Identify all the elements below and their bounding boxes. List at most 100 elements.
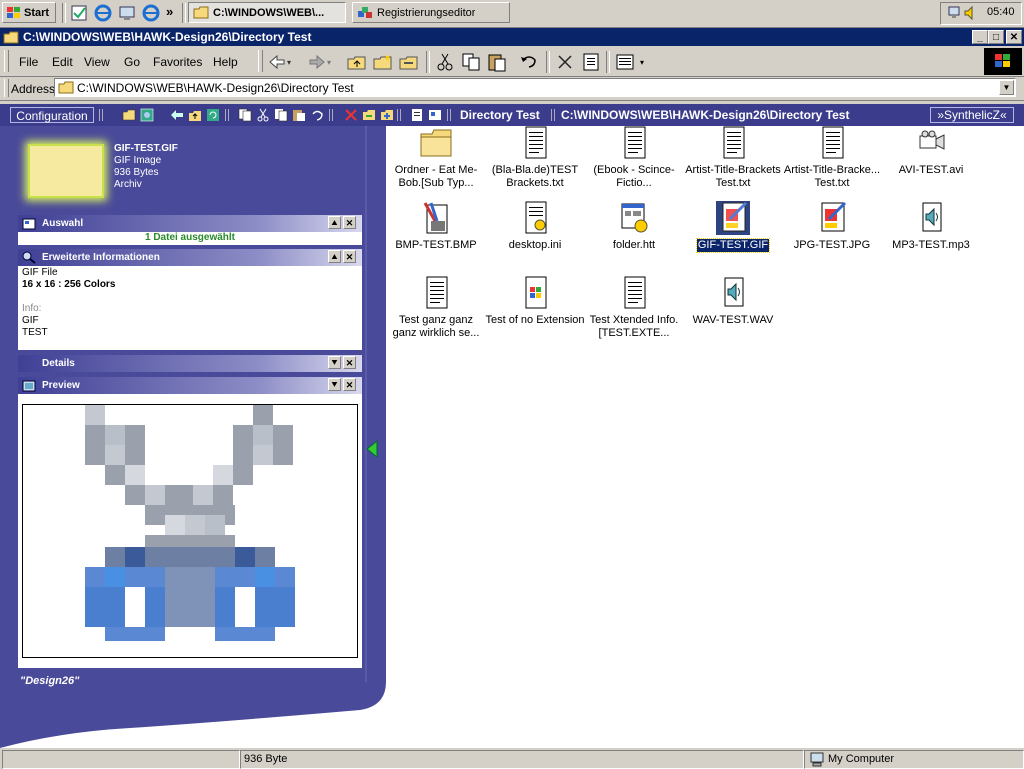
collapse-button[interactable]: ⯅ [328,216,341,229]
section-preview-body [18,394,362,668]
collapse-panel-arrow-icon[interactable] [365,440,379,458]
menu-file[interactable]: File [19,55,38,69]
undo-icon[interactable] [310,108,324,122]
file-label: folder.htt [612,239,656,251]
folder-icon [193,6,209,19]
configuration-button[interactable]: Configuration [10,107,94,123]
close-section-button[interactable]: ✕ [343,378,356,391]
new-folder-icon[interactable] [372,51,394,73]
section-details-header[interactable]: Details ⯆ ✕ [18,355,362,372]
status-pane-size: 936 Byte [240,750,804,769]
file-item[interactable]: folder.htt [584,201,684,252]
file-item[interactable]: Test of no Extension [485,276,585,327]
file-item[interactable]: MP3-TEST.mp3 [881,201,981,252]
file-item[interactable]: Artist-Title-Bracke... Test.txt [782,126,882,190]
delete-icon[interactable] [554,51,576,73]
menu-favorites[interactable]: Favorites [153,55,202,69]
menu-view[interactable]: View [84,55,110,69]
address-grip [4,79,9,97]
copy-to-folder-icon[interactable] [380,108,394,122]
view-icon[interactable] [428,108,442,122]
file-label: desktop.ini [508,239,562,251]
properties-icon[interactable] [410,108,424,122]
file-item[interactable]: Ordner - Eat Me-Bob.[Sub Typ... [386,126,486,190]
audio-file-icon [914,201,948,235]
my-computer-icon [809,752,825,767]
folder-icon [58,81,74,94]
clock[interactable]: 05:40 [987,6,1015,18]
start-button[interactable]: Start [2,2,56,23]
up-icon[interactable] [188,108,202,122]
file-item[interactable]: GIF-TEST.GIF [683,201,783,253]
undo-icon[interactable] [518,51,540,73]
copy-icon[interactable] [460,51,482,73]
file-item[interactable]: BMP-TEST.BMP [386,201,486,252]
move-to-icon[interactable] [362,108,376,122]
section-auswahl-header[interactable]: Auswahl ⯅ ✕ [18,215,362,232]
file-item[interactable]: (Bla-Bla.de)TEST Brackets.txt [485,126,585,190]
file-label: (Bla-Bla.de)TEST Brackets.txt [491,164,579,189]
address-input[interactable]: C:\WINDOWS\WEB\HAWK-Design26\Directory T… [54,78,1016,97]
back-arrow-icon[interactable] [170,108,184,122]
ie-channel-icon[interactable] [142,4,160,22]
close-section-button[interactable]: ✕ [343,356,356,369]
file-label: Artist-Title-Brackets Test.txt [685,164,781,189]
delete-icon[interactable] [344,108,358,122]
status-pane-zone: My Computer [804,750,1024,769]
outlook-icon[interactable] [70,4,88,22]
task-regedit-button[interactable]: Registrierungseditor [352,2,510,23]
volume-icon[interactable] [963,5,979,21]
window-titlebar[interactable]: C:\WINDOWS\WEB\HAWK-Design26\Directory T… [0,28,1024,46]
paste-icon[interactable] [486,51,508,73]
close-section-button[interactable]: ✕ [343,250,356,263]
expand-button[interactable]: ⯆ [328,356,341,369]
back-icon[interactable]: ▾ [266,51,291,73]
properties-icon[interactable] [580,51,602,73]
copy-icon[interactable] [274,108,288,122]
maximize-button[interactable]: □ [988,30,1004,44]
globe-icon[interactable] [140,108,154,122]
file-item[interactable]: desktop.ini [485,201,585,252]
selected-file-size: 936 Bytes [114,167,159,178]
cut-icon[interactable] [434,51,456,73]
file-item[interactable]: Test Xtended Info.[TEST.EXTE... [584,276,684,340]
file-item[interactable]: Artist-Title-Brackets Test.txt [683,126,783,190]
task-explorer-button[interactable]: C:\WINDOWS\WEB\... [188,2,346,23]
quicklaunch-chevron[interactable]: » [166,4,173,19]
paste-icon[interactable] [292,108,306,122]
file-item[interactable]: WAV-TEST.WAV [683,276,783,327]
menu-go[interactable]: Go [124,55,140,69]
file-item[interactable]: JPG-TEST.JPG [782,201,882,252]
menu-edit[interactable]: Edit [52,55,73,69]
refresh-icon[interactable] [206,108,220,122]
open-folder-icon[interactable] [122,108,136,122]
text-file-icon [815,126,849,160]
up-folder-icon[interactable] [346,51,368,73]
panel-grip [328,108,334,122]
minimize-button[interactable]: _ [972,30,988,44]
forward-icon[interactable]: ▾ [306,51,331,73]
address-dropdown-button[interactable]: ▼ [999,80,1014,95]
image-file-icon [716,201,750,235]
network-icon[interactable] [947,5,963,21]
section-info-header[interactable]: Erweiterte Informationen ⯅ ✕ [18,249,362,266]
file-item[interactable]: (Ebook - Scince-Fictio... [584,126,684,190]
selected-file-name: GIF-TEST.GIF [114,143,178,154]
close-section-button[interactable]: ✕ [343,216,356,229]
window-title: C:\WINDOWS\WEB\HAWK-Design26\Directory T… [23,30,312,44]
folder-options-icon[interactable] [398,51,420,73]
show-desktop-icon[interactable] [118,4,136,22]
close-button[interactable]: ✕ [1006,30,1022,44]
file-item[interactable]: Test ganz ganz ganz wirklich se... [386,276,486,340]
views-icon[interactable]: ▾ [614,51,650,73]
file-item[interactable]: AVI-TEST.avi [881,126,981,177]
menu-help[interactable]: Help [213,55,238,69]
collapse-button[interactable]: ⯅ [328,250,341,263]
internet-explorer-icon[interactable] [94,4,112,22]
cut-icon[interactable] [256,108,270,122]
brand-button[interactable]: »SynthelicZ« [930,107,1014,123]
section-preview-header[interactable]: Preview ⯆ ✕ [18,377,362,394]
text-file-icon [419,276,453,310]
expand-button[interactable]: ⯆ [328,378,341,391]
copy-to-icon[interactable] [238,108,252,122]
